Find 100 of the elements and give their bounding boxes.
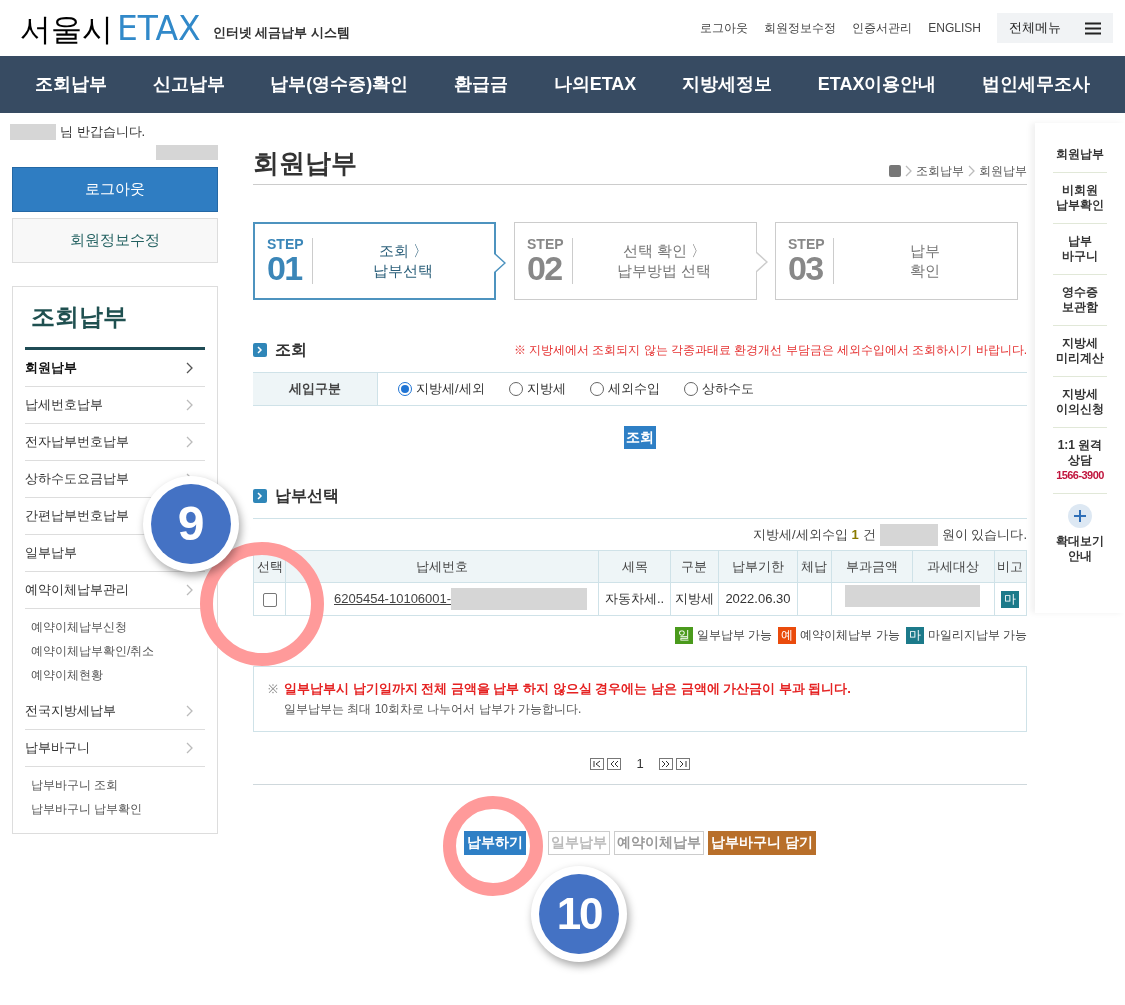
- radio-option[interactable]: 세외수입: [589, 379, 660, 399]
- nav-item[interactable]: 나의ETAX: [553, 71, 637, 98]
- section-title: 조회: [275, 340, 307, 360]
- sidebar-subitem[interactable]: 납부바구니 조회: [25, 773, 205, 797]
- column-header: 체납: [797, 550, 832, 583]
- quick-menu-item[interactable]: 영수증 보관함: [1053, 275, 1107, 326]
- sidebar-subitem[interactable]: 납부바구니 납부확인: [25, 797, 205, 821]
- nav-item[interactable]: 법인세무조사: [982, 71, 1091, 98]
- radio-option[interactable]: 지방세/세외: [398, 379, 485, 399]
- warning-text: 일부납부시 납기일까지 전체 금액을 납부 하지 않으실 경우에는 남은 금액에 가산금이 부과 됩니다.: [284, 680, 851, 698]
- summary-text: 원이 있습니다.: [941, 526, 1027, 545]
- quick-menu-item[interactable]: 비회원 납부확인: [1053, 173, 1107, 224]
- step-label: STEP: [267, 237, 304, 251]
- step-label: STEP: [788, 237, 825, 251]
- chevron-icon: [186, 705, 193, 717]
- search-button[interactable]: 조회: [624, 426, 656, 449]
- sidebar-item[interactable]: 일부납부: [25, 543, 77, 563]
- sidebar-item[interactable]: 납세번호납부: [25, 395, 103, 415]
- nav-item[interactable]: 조회납부: [34, 71, 107, 98]
- logo-text[interactable]: 서울시: [20, 13, 113, 45]
- legend-label: 예약이체납부 가능: [800, 627, 900, 644]
- quick-menu-item[interactable]: 납부 바구니: [1053, 224, 1107, 275]
- step-text: 납부선택: [372, 261, 435, 281]
- chevron-icon: [186, 399, 193, 411]
- nav-item[interactable]: 환급금: [453, 71, 508, 98]
- column-header: 부과금액: [831, 550, 913, 583]
- sidebar-subitem[interactable]: 예약이체현황: [25, 663, 205, 687]
- redaction-block: [156, 144, 218, 160]
- sidebar-subitem[interactable]: 예약이체납부신청: [25, 615, 205, 639]
- column-header: 과세대상: [912, 550, 995, 583]
- legend-tag: 마: [905, 626, 924, 644]
- step-text: 조회 〉: [377, 241, 429, 261]
- column-header: 세목: [598, 550, 671, 583]
- legend-tag: 일: [674, 626, 693, 644]
- top-link[interactable]: 회원정보수정: [764, 19, 837, 37]
- logo-text[interactable]: ETAX: [117, 11, 201, 45]
- sidebar-item[interactable]: 전국지방세납부: [25, 701, 116, 721]
- step-number: 01: [267, 251, 303, 285]
- all-menu-button[interactable]: 전체메뉴: [997, 13, 1113, 43]
- action-button[interactable]: 납부바구니 담기: [708, 830, 816, 855]
- edit-profile-button[interactable]: 회원정보수정: [12, 218, 218, 263]
- step-text: 납부: [909, 241, 942, 261]
- sidebar-item[interactable]: 전자납부번호납부: [25, 432, 129, 452]
- top-link[interactable]: ENGLISH: [928, 19, 981, 37]
- legend-tag: 예: [778, 626, 797, 644]
- summary-unit: 건: [862, 526, 876, 545]
- quick-menu-item[interactable]: 회원납부: [1053, 137, 1107, 173]
- breadcrumb-link[interactable]: 조회납부: [916, 162, 964, 180]
- action-button[interactable]: 납부하기: [464, 830, 527, 855]
- chevron-icon: [186, 436, 193, 448]
- step-badge: 10: [531, 866, 627, 962]
- legend-label: 일부납부 가능: [696, 627, 773, 644]
- home-icon[interactable]: [889, 165, 901, 177]
- row-checkbox[interactable]: [262, 592, 277, 607]
- page-number[interactable]: 1: [636, 754, 644, 774]
- nav-item[interactable]: 신고납부: [152, 71, 225, 98]
- nav-item[interactable]: 지방세정보: [682, 71, 773, 98]
- first-page-icon[interactable]: [590, 757, 605, 770]
- last-page-icon[interactable]: [675, 757, 690, 770]
- quick-menu-item[interactable]: 확대보기 안내: [1053, 494, 1107, 574]
- greeting-text: 님 반갑습니다.: [60, 123, 146, 142]
- breadcrumb-link[interactable]: 회원납부: [979, 162, 1027, 180]
- chevron-icon: [186, 742, 193, 754]
- sidebar-item[interactable]: 상하수도요금납부: [25, 469, 129, 489]
- note-mark: ※: [268, 681, 278, 698]
- redaction-block: [879, 524, 938, 546]
- quick-menu-item[interactable]: 1:1 원격 상담 1566-3900: [1053, 428, 1107, 494]
- nav-item[interactable]: ETAX이용안내: [817, 71, 937, 98]
- plus-icon: [1068, 504, 1092, 528]
- logout-button[interactable]: 로그아웃: [12, 167, 218, 212]
- tag-badge: 마: [1001, 591, 1020, 609]
- section-title: 납부선택: [275, 486, 339, 506]
- table-cell: 지방세: [670, 582, 719, 616]
- next-page-icon[interactable]: [658, 757, 673, 770]
- quick-menu-item[interactable]: 지방세 미리계산: [1053, 326, 1107, 377]
- menu-icon: [1085, 21, 1101, 35]
- sidebar-subitem[interactable]: 예약이체납부확인/취소: [25, 639, 205, 663]
- nav-item[interactable]: 납부(영수증)확인: [270, 71, 409, 98]
- step-badge: 9: [143, 476, 239, 572]
- step-label: STEP: [527, 237, 564, 251]
- sidebar-item[interactable]: 예약이체납부관리: [25, 580, 129, 600]
- radio-option[interactable]: 지방세: [508, 379, 566, 399]
- chevron-icon: [905, 165, 912, 177]
- top-link[interactable]: 로그아웃: [700, 19, 749, 37]
- quick-menu-item[interactable]: 지방세 이의신청: [1053, 377, 1107, 428]
- chevron-icon: [186, 362, 193, 374]
- redaction-block: [10, 124, 56, 140]
- field-label: 세입구분: [253, 373, 378, 405]
- phone-number: 1566-3900: [1056, 468, 1104, 483]
- sidebar-item[interactable]: 간편납부번호납부: [25, 506, 129, 526]
- sidebar-item[interactable]: 회원납부: [25, 358, 77, 378]
- summary-count: 1: [851, 526, 859, 545]
- radio-option[interactable]: 상하수도: [683, 379, 754, 399]
- previous-page-icon[interactable]: [607, 757, 622, 770]
- top-link[interactable]: 인증서관리: [852, 19, 913, 37]
- chevron-icon: [186, 584, 193, 596]
- info-text: 일부납부는 최대 10회차로 나누어서 납부가 가능합니다.: [284, 701, 583, 718]
- sidebar-item[interactable]: 납부바구니: [25, 738, 90, 758]
- column-header: 구분: [670, 550, 719, 583]
- chevron-icon: [968, 165, 975, 177]
